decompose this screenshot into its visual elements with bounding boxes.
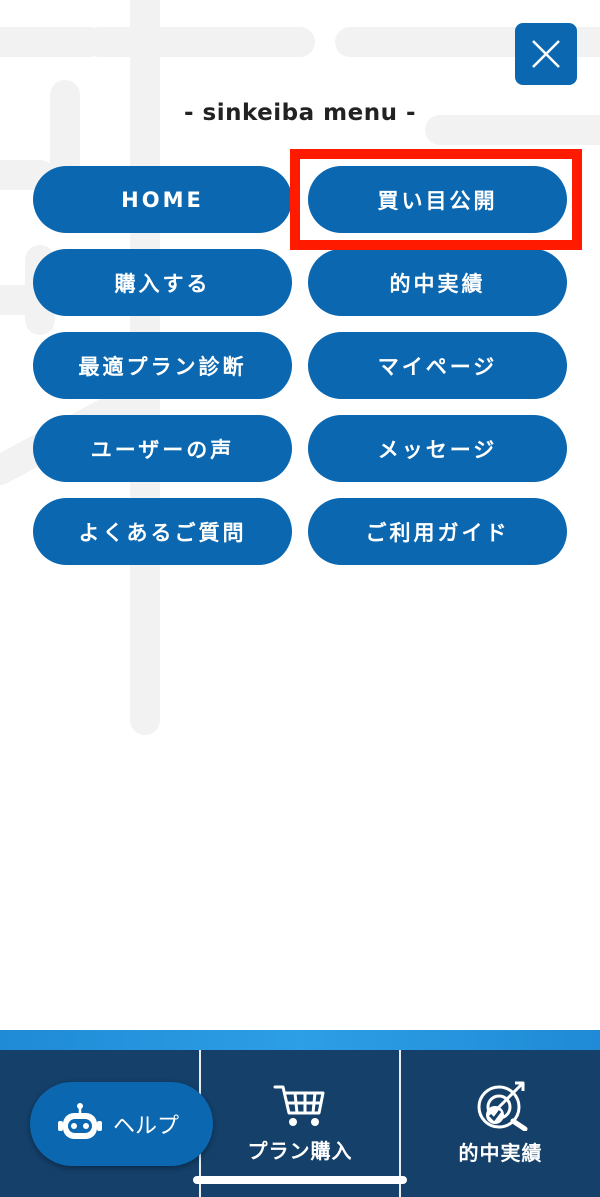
cart-icon: [273, 1085, 325, 1126]
menu-item-user-voices[interactable]: ユーザーの声: [33, 415, 292, 482]
menu-item-mypage[interactable]: マイページ: [308, 332, 567, 399]
nav-item-plan-purchase[interactable]: プラン購入: [201, 1050, 399, 1197]
robot-icon: [58, 1103, 102, 1139]
home-indicator: [193, 1176, 407, 1184]
menu-item-faq[interactable]: よくあるご質問: [33, 498, 292, 565]
help-label: ヘルプ: [113, 1114, 180, 1139]
menu-item-home[interactable]: HOME: [33, 166, 292, 233]
menu-item-results[interactable]: 的中実績: [308, 249, 567, 316]
close-button[interactable]: [515, 23, 577, 85]
nav-label: プラン購入: [247, 1139, 353, 1163]
target-icon: [477, 1081, 527, 1131]
menu-title: - sinkeiba menu -: [183, 100, 417, 126]
menu-item-plan-diagnosis[interactable]: 最適プラン診断: [33, 332, 292, 399]
close-icon: [532, 40, 560, 68]
bottom-strip: [0, 1030, 600, 1050]
menu-item-messages[interactable]: メッセージ: [308, 415, 567, 482]
menu-item-picks[interactable]: 買い目公開: [308, 166, 567, 233]
nav-label: 的中実績: [458, 1141, 543, 1165]
nav-item-results[interactable]: 的中実績: [401, 1050, 600, 1197]
menu-item-purchase[interactable]: 購入する: [33, 249, 292, 316]
menu-item-guide[interactable]: ご利用ガイド: [308, 498, 567, 565]
help-button[interactable]: ヘルプ: [30, 1082, 213, 1166]
